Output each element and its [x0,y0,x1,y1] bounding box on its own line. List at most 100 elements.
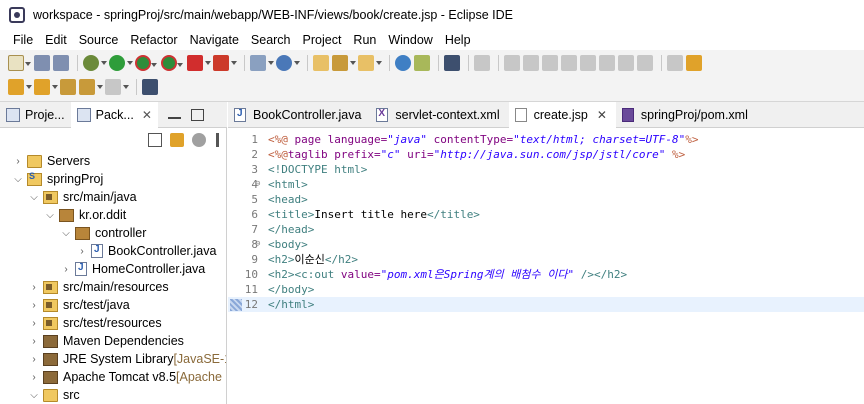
code-line[interactable]: 8 ⊖ <body> [228,237,864,252]
tree-item-controller[interactable]: ⌵ controller [60,224,146,242]
editor-tab-create-jsp[interactable]: create.jsp ✕ [508,101,616,128]
code-line[interactable]: 10 <h2><c:out value="pom.xml은Spring계의 배첨수… [228,267,864,282]
terminate-icon[interactable] [542,55,558,71]
debug-icon[interactable] [83,55,107,71]
forward-icon[interactable] [105,79,129,95]
code-line[interactable]: 6 <title>Insert title here</title> [228,207,864,222]
menu-project[interactable]: Project [297,33,348,47]
menu-search[interactable]: Search [245,33,297,47]
open-folder-icon[interactable] [358,55,382,71]
skip-breakpoints-icon[interactable] [474,55,490,71]
code-line[interactable]: 3 <!DOCTYPE html> [228,162,864,177]
fold-toggle-icon[interactable]: ⊖ [255,237,260,252]
tree-item-src-test-java[interactable]: › src/test/java [28,296,129,314]
coverage-icon[interactable] [135,55,157,71]
chevron-down-icon[interactable]: ⌵ [12,170,24,188]
view-menu-icon[interactable] [216,133,219,147]
menu-source[interactable]: Source [73,33,125,47]
menu-run[interactable]: Run [347,33,382,47]
chevron-right-icon[interactable]: › [60,260,72,278]
menu-edit[interactable]: Edit [39,33,73,47]
drop-to-frame-icon[interactable] [637,55,653,71]
menu-help[interactable]: Help [439,33,477,47]
minimize-icon[interactable] [167,111,181,119]
next-edit-icon[interactable] [8,79,32,95]
code-line[interactable]: 4 ⊖ <html> [228,177,864,192]
focus-icon[interactable] [192,133,206,147]
run-external-icon[interactable] [161,55,183,71]
maximize-icon[interactable] [190,108,204,121]
close-icon[interactable]: ✕ [142,108,152,122]
tree-item-jre-system-library[interactable]: › JRE System Library [JavaSE-1 [28,350,226,368]
chevron-right-icon[interactable]: › [28,368,40,386]
step-over-icon[interactable] [599,55,615,71]
tree-item-servers[interactable]: › Servers [12,152,90,170]
chevron-right-icon[interactable]: › [28,296,40,314]
menu-refactor[interactable]: Refactor [124,33,183,47]
fold-toggle-icon[interactable]: ⊖ [255,177,260,192]
open-perspective-icon[interactable] [142,79,158,95]
tab-pack[interactable]: Pack... ✕ [70,101,158,128]
resume-icon[interactable] [504,55,520,71]
new-icon[interactable] [8,55,31,71]
code-line[interactable]: 2 <%@taglib prefix="c" uri="http://java.s… [228,147,864,162]
step-return-icon[interactable] [618,55,634,71]
terminal-icon[interactable] [444,55,460,71]
new-package-icon[interactable] [250,55,274,71]
collapse-all-icon[interactable] [148,133,162,147]
code-line[interactable]: 7 </head> [228,222,864,237]
tree-item-src-test-resources[interactable]: › src/test/resources [28,314,161,332]
code-line[interactable]: 9 <h2>이순신</h2> [228,252,864,267]
open-type-icon[interactable] [313,55,329,71]
chevron-right-icon[interactable]: › [28,278,40,296]
chevron-right-icon[interactable]: › [28,332,40,350]
chevron-right-icon[interactable]: › [12,152,24,170]
chevron-down-icon[interactable]: ⌵ [28,386,40,404]
close-icon[interactable]: ✕ [597,108,607,122]
tree-item-apache-tomcat-v8-5[interactable]: › Apache Tomcat v8.5 [Apache [28,368,222,386]
suspend-icon[interactable] [523,55,539,71]
tree-item-maven-dependencies[interactable]: › Maven Dependencies [28,332,184,350]
last-edit-location-icon[interactable] [60,79,76,95]
chevron-down-icon[interactable]: ⌵ [44,206,56,224]
code-line[interactable]: 12 </html> [228,297,864,312]
link-with-editor-icon[interactable] [170,133,184,147]
run-icon[interactable] [109,55,133,71]
next-annotation-icon[interactable] [686,55,702,71]
compare-icon[interactable] [414,55,430,71]
code-line[interactable]: 5 <head> [228,192,864,207]
editor-tab-servlet-context-xml[interactable]: servlet-context.xml [370,102,508,128]
launch-icon[interactable] [332,55,356,71]
step-into-icon[interactable] [580,55,596,71]
tree-item-kr-or-ddit[interactable]: ⌵ kr.or.ddit [44,206,126,224]
tree-item-bookcontroller-java[interactable]: › BookController.java [76,242,216,260]
chevron-right-icon[interactable]: › [76,242,88,260]
tree-item-springproj[interactable]: ⌵ springProj [12,170,103,188]
server-icon[interactable] [213,55,237,71]
toggle-mark-icon[interactable] [667,55,683,71]
tree-item-src-main-resources[interactable]: › src/main/resources [28,278,168,296]
tab-proje[interactable]: Proje... [0,102,71,128]
menu-window[interactable]: Window [382,33,438,47]
back-icon[interactable] [79,79,103,95]
editor-tab-bookcontroller-java[interactable]: BookController.java [228,102,370,128]
chevron-down-icon[interactable]: ⌵ [28,188,40,206]
chevron-right-icon[interactable]: › [28,314,40,332]
code-editor[interactable]: 1 <%@ page language="java" contentType="t… [228,128,864,404]
menu-navigate[interactable]: Navigate [184,33,245,47]
save-icon[interactable] [34,55,50,71]
settings-icon[interactable] [276,55,300,71]
chevron-right-icon[interactable]: › [28,350,40,368]
stop-icon[interactable] [187,55,211,71]
chevron-down-icon[interactable]: ⌵ [60,224,72,242]
tree-item-src-main-java[interactable]: ⌵ src/main/java [28,188,136,206]
tree-item-src[interactable]: ⌵ src [28,386,79,404]
save-all-icon[interactable] [53,55,69,71]
browser-icon[interactable] [395,55,411,71]
code-line[interactable]: 1 <%@ page language="java" contentType="t… [228,132,864,147]
disconnect-icon[interactable] [561,55,577,71]
tree-item-homecontroller-java[interactable]: › HomeController.java [60,260,205,278]
previous-edit-icon[interactable] [34,79,58,95]
editor-tab-springproj-pom-xml[interactable]: springProj/pom.xml [616,102,757,128]
menu-file[interactable]: File [0,33,39,47]
